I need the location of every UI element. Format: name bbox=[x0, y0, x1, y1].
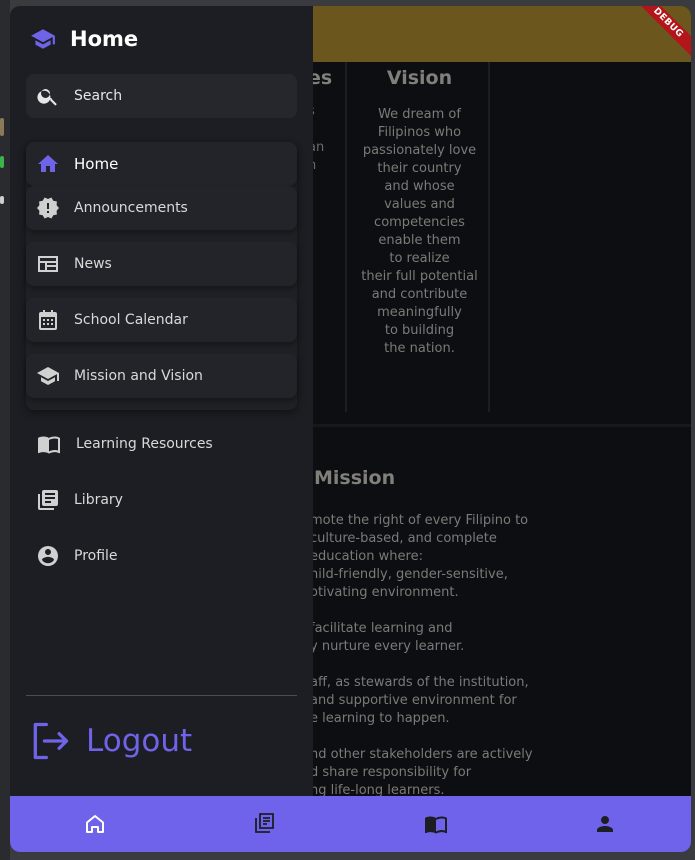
menu-item-label: News bbox=[74, 256, 112, 272]
person-icon bbox=[593, 812, 617, 836]
home-outline-icon bbox=[83, 812, 107, 836]
edge-marker bbox=[0, 156, 4, 168]
menu-item-label: Profile bbox=[74, 548, 118, 564]
navigation-drawer: Home Search Home Announcements News Scho… bbox=[10, 6, 313, 796]
search-button[interactable]: Search bbox=[26, 74, 297, 118]
logout-button[interactable]: Logout bbox=[28, 716, 192, 766]
menu-item-profile[interactable]: Profile bbox=[26, 534, 297, 578]
edge-marker bbox=[0, 118, 4, 136]
menu-item-home[interactable]: Home bbox=[26, 142, 297, 186]
new-releases-icon bbox=[36, 196, 60, 220]
menu-item-news[interactable]: News bbox=[26, 242, 297, 286]
open-book-icon bbox=[36, 432, 62, 456]
vision-text: We dream of Filipinos who passionately l… bbox=[361, 107, 478, 356]
home-icon bbox=[36, 152, 60, 176]
menu-item-label: Library bbox=[74, 492, 123, 508]
drawer-divider bbox=[26, 695, 297, 696]
vision-card: Vision We dream of Filipinos who passion… bbox=[345, 62, 490, 412]
edge-marker bbox=[0, 196, 4, 204]
menu-item-library[interactable]: Library bbox=[26, 478, 297, 522]
nav-learning-resources-button[interactable] bbox=[423, 812, 447, 836]
menu-item-announcements[interactable]: Announcements bbox=[26, 186, 297, 230]
library-books-icon bbox=[253, 812, 277, 836]
nav-profile-button[interactable] bbox=[593, 812, 617, 836]
open-book-icon bbox=[423, 812, 447, 836]
vision-title: Vision bbox=[386, 67, 453, 89]
mission-title: Mission bbox=[314, 467, 396, 489]
bottom-navigation-bar bbox=[10, 796, 691, 852]
calendar-icon bbox=[36, 308, 60, 332]
nav-home-button[interactable] bbox=[83, 812, 107, 836]
account-circle-icon bbox=[36, 544, 60, 568]
menu-item-label: School Calendar bbox=[74, 312, 188, 328]
school-icon bbox=[36, 364, 60, 388]
mission-text: mote the right of every Filipino to cult… bbox=[310, 513, 533, 798]
graduation-cap-icon bbox=[28, 26, 58, 52]
logout-icon bbox=[28, 719, 72, 763]
search-icon bbox=[36, 84, 60, 108]
drawer-header: Home bbox=[28, 24, 138, 54]
search-label: Search bbox=[74, 88, 123, 104]
menu-item-label: Home bbox=[74, 155, 119, 173]
section-divider bbox=[310, 424, 691, 427]
library-books-icon bbox=[36, 488, 60, 512]
logout-label: Logout bbox=[86, 723, 193, 759]
newspaper-icon bbox=[36, 252, 60, 276]
app-window: DEBUG es s an n Vision We dream of Filip… bbox=[10, 6, 691, 852]
menu-item-school-calendar[interactable]: School Calendar bbox=[26, 298, 297, 342]
menu-item-label: Announcements bbox=[74, 200, 188, 216]
menu-item-learning-resources[interactable]: Learning Resources bbox=[26, 422, 297, 466]
menu-item-mission-and-vision[interactable]: Mission and Vision bbox=[26, 354, 297, 398]
desktop-edge bbox=[0, 0, 10, 860]
drawer-title: Home bbox=[70, 27, 139, 51]
nav-library-button[interactable] bbox=[253, 812, 277, 836]
menu-item-label: Learning Resources bbox=[76, 436, 213, 452]
menu-item-label: Mission and Vision bbox=[74, 368, 203, 384]
debug-banner: DEBUG bbox=[631, 6, 691, 60]
